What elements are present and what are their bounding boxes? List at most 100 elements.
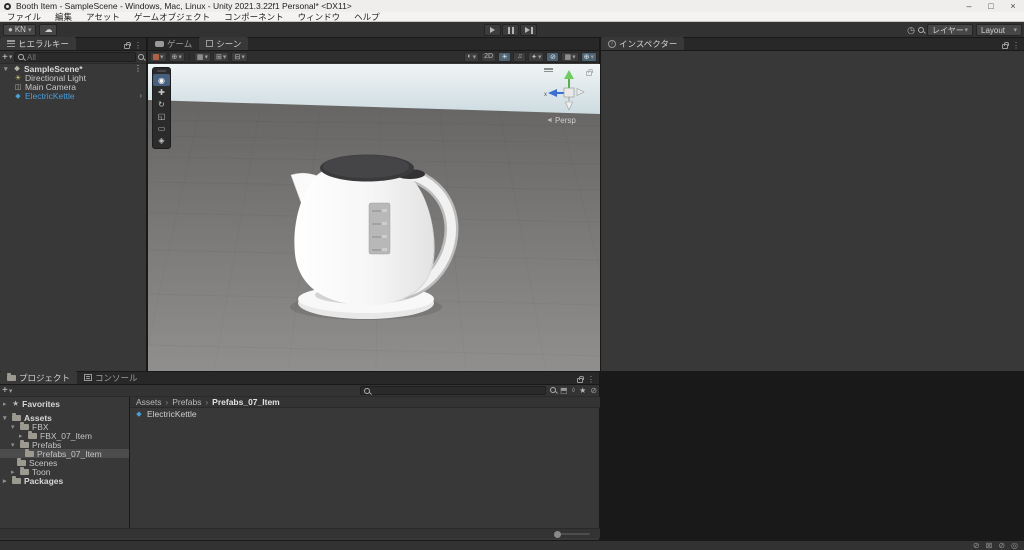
foldout-icon[interactable]: ▸ [11, 468, 17, 476]
tab-console[interactable]: コンソール [77, 371, 145, 384]
kebab-menu-icon[interactable]: ⋮ [134, 41, 142, 50]
prefab-open-arrow[interactable]: › [139, 91, 146, 100]
tree-row-scenes[interactable]: Scenes [0, 457, 129, 468]
render-mode-dropdown[interactable]: ◐ ▾ [464, 51, 480, 62]
folder-icon [17, 457, 26, 466]
tab-scene-label: シーン [216, 38, 242, 49]
console-message-icon[interactable]: ⊠ [986, 541, 993, 550]
minimize-button[interactable]: – [958, 0, 980, 12]
tree-row-fbx-07-item[interactable]: ▸ FBX_07_Item [0, 430, 129, 441]
status-bar: ⊘ ⊠ ⊘ ◎ [0, 540, 1024, 550]
foldout-icon[interactable]: ▾ [11, 423, 17, 431]
tree-row-assets[interactable]: ▾ Assets [0, 412, 129, 423]
foldout-icon[interactable]: ▾ [3, 414, 9, 422]
lighting-toggle[interactable]: ☀ [498, 51, 512, 62]
handle-orientation-dropdown[interactable]: ⊕ ▾ [168, 51, 185, 62]
menu-file[interactable]: ファイル [0, 12, 48, 22]
layout-dropdown[interactable]: Layout ▾ [976, 24, 1022, 36]
tab-project[interactable]: プロジェクト [0, 371, 78, 384]
project-search-box[interactable] [360, 386, 546, 395]
account-button[interactable]: ● KN ▾ [3, 23, 37, 36]
asset-row-electrickettle[interactable]: ◆ ElectricKettle [130, 408, 600, 420]
play-button[interactable] [484, 24, 501, 36]
foldout-icon[interactable]: ▾ [4, 65, 10, 73]
label-icon[interactable]: ⬨ [572, 385, 576, 395]
kebab-menu-icon[interactable]: ⋮ [587, 375, 595, 384]
view-tool-button[interactable]: ◉ [153, 74, 170, 86]
hierarchy-search-box[interactable] [14, 52, 136, 62]
perspective-label[interactable]: ◄ Persp [546, 116, 576, 125]
lock-icon[interactable] [577, 376, 584, 383]
layers-dropdown[interactable]: レイヤー ▾ [927, 24, 973, 36]
icon-size-slider[interactable] [554, 530, 590, 538]
overlay-grip[interactable] [544, 68, 553, 72]
save-search-star-icon[interactable]: ★ [579, 386, 586, 395]
tree-row-favorites[interactable]: ▸ ★ Favorites [0, 399, 129, 409]
lock-icon[interactable] [124, 42, 131, 49]
search-by-import-icon[interactable]: ⬒ [560, 386, 568, 395]
breadcrumb-prefabs[interactable]: Prefabs [172, 397, 201, 407]
hidden-packages-icon[interactable]: ⊘ [590, 386, 597, 395]
menu-component[interactable]: コンポーネント [217, 12, 291, 22]
scene-camera-dropdown[interactable]: ⊕ ▾ [580, 51, 597, 62]
2d-toggle[interactable]: 2D [481, 51, 497, 62]
hidden-objects-toggle[interactable]: ⊘ [546, 51, 560, 62]
foldout-icon[interactable]: ▸ [3, 400, 9, 408]
search-filter-icon[interactable] [138, 54, 144, 60]
pause-button[interactable] [502, 24, 519, 36]
foldout-icon[interactable]: ▸ [19, 432, 25, 440]
tree-row-packages[interactable]: ▸ Packages [0, 475, 129, 486]
breadcrumb-assets[interactable]: Assets [136, 397, 162, 407]
kebab-menu-icon[interactable]: ⋮ [1012, 41, 1020, 50]
project-add-button[interactable]: + ▾ [2, 385, 12, 396]
tab-game[interactable]: ゲーム [148, 37, 199, 50]
close-button[interactable]: × [1002, 0, 1024, 12]
menu-window[interactable]: ウィンドウ [291, 12, 348, 22]
foldout-icon[interactable]: ▾ [11, 441, 17, 449]
move-tool-button[interactable]: ✚ [153, 86, 170, 98]
tree-row-prefabs-07-item[interactable]: Prefabs_07_Item [0, 448, 129, 459]
hierarchy-search-input[interactable] [27, 52, 132, 62]
tree-row-toon[interactable]: ▸ Toon [0, 466, 129, 477]
transform-tool-button[interactable]: ◈ [153, 134, 170, 146]
progress-spinner-icon[interactable]: ◎ [1011, 541, 1018, 550]
lock-icon[interactable] [1002, 42, 1009, 49]
scene-viewport[interactable]: ◉ ✚ ↻ ◱ ▭ ◈ x ◄ Persp [148, 64, 600, 371]
kebab-menu-icon[interactable]: ⋮ [134, 64, 146, 73]
grid-visibility-dropdown[interactable]: ▦ ▾ [561, 51, 579, 62]
step-button[interactable] [520, 24, 537, 36]
undo-history-icon[interactable]: ◷ [907, 25, 915, 36]
grid-snap-dropdown[interactable]: ▦ ▾ [193, 51, 212, 62]
cache-status-icon[interactable]: ⊘ [998, 541, 1005, 550]
increment-snap-dropdown[interactable]: ⊞ ▾ [213, 51, 230, 62]
tab-hierarchy[interactable]: ヒエラルキー [0, 37, 77, 50]
scale-tool-button[interactable]: ◱ [153, 110, 170, 122]
menu-gameobject[interactable]: ゲームオブジェクト [127, 12, 217, 22]
slider-knob[interactable] [554, 530, 561, 538]
maximize-button[interactable]: □ [980, 0, 1002, 12]
lock-icon[interactable] [586, 69, 593, 76]
tool-settings-dropdown[interactable]: ▾ [150, 51, 167, 62]
menu-assets[interactable]: アセット [79, 12, 127, 22]
rect-tool-button[interactable]: ▭ [153, 122, 170, 134]
move-icon: ✚ [158, 87, 165, 97]
search-icon[interactable] [918, 27, 924, 33]
orientation-gizmo[interactable]: x ◄ Persp [544, 66, 593, 128]
menu-edit[interactable]: 編集 [48, 12, 79, 22]
hierarchy-add-button[interactable]: + ▾ [2, 52, 12, 63]
notifications-muted-icon[interactable]: ⊘ [973, 541, 980, 550]
breadcrumb-current[interactable]: Prefabs_07_Item [212, 397, 280, 407]
tab-console-label: コンソール [95, 372, 138, 383]
search-by-type-icon[interactable] [550, 387, 556, 393]
cloud-button[interactable]: ☁ [39, 23, 58, 36]
tab-scene[interactable]: シーン [199, 37, 249, 50]
project-search-input[interactable] [369, 386, 542, 395]
menu-help[interactable]: ヘルプ [347, 12, 387, 22]
effects-dropdown[interactable]: ✦ ▾ [528, 51, 545, 62]
hierarchy-row-electrickettle[interactable]: ◆ ElectricKettle › [0, 91, 146, 101]
rotate-tool-button[interactable]: ↻ [153, 98, 170, 110]
snap-settings-dropdown[interactable]: ⊟ ▾ [231, 51, 248, 62]
audio-toggle[interactable]: ♫ [513, 51, 527, 62]
tab-inspector[interactable]: i インスペクター [601, 37, 685, 50]
foldout-icon[interactable]: ▸ [3, 477, 9, 485]
